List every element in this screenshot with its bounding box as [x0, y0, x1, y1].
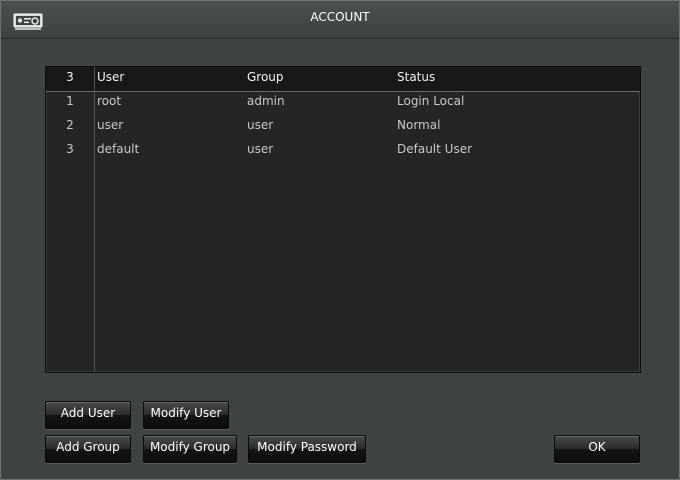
row-group: admin: [247, 94, 285, 108]
row-group: user: [247, 118, 274, 132]
row-group: user: [247, 142, 274, 156]
account-table[interactable]: 3 User Group Status 1 root admin Login L…: [45, 66, 641, 373]
modify-group-button[interactable]: Modify Group: [143, 435, 237, 463]
modify-user-button[interactable]: Modify User: [143, 401, 229, 429]
row-status: Normal: [397, 118, 441, 132]
row-index: 3: [66, 142, 74, 156]
table-row[interactable]: 1 root admin Login Local: [46, 91, 640, 115]
row-index: 2: [66, 118, 74, 132]
add-group-button[interactable]: Add Group: [45, 435, 131, 463]
ok-button[interactable]: OK: [554, 435, 640, 463]
table-row[interactable]: 3 default user Default User: [46, 139, 640, 163]
row-user: user: [97, 118, 124, 132]
header-user: User: [97, 70, 125, 84]
modify-password-button[interactable]: Modify Password: [248, 435, 366, 463]
table-header: 3 User Group Status: [46, 67, 640, 92]
row-user: root: [97, 94, 122, 108]
header-count: 3: [66, 70, 74, 84]
account-window: ACCOUNT 3 User Group Status 1 root admin…: [0, 0, 680, 480]
header-status: Status: [397, 70, 436, 84]
title-bar: ACCOUNT: [1, 1, 679, 39]
header-group: Group: [247, 70, 284, 84]
window-title: ACCOUNT: [310, 10, 370, 24]
row-index: 1: [66, 94, 74, 108]
row-status: Default User: [397, 142, 473, 156]
table-row[interactable]: 2 user user Normal: [46, 115, 640, 139]
row-status: Login Local: [397, 94, 465, 108]
row-user: default: [97, 142, 140, 156]
add-user-button[interactable]: Add User: [45, 401, 131, 429]
